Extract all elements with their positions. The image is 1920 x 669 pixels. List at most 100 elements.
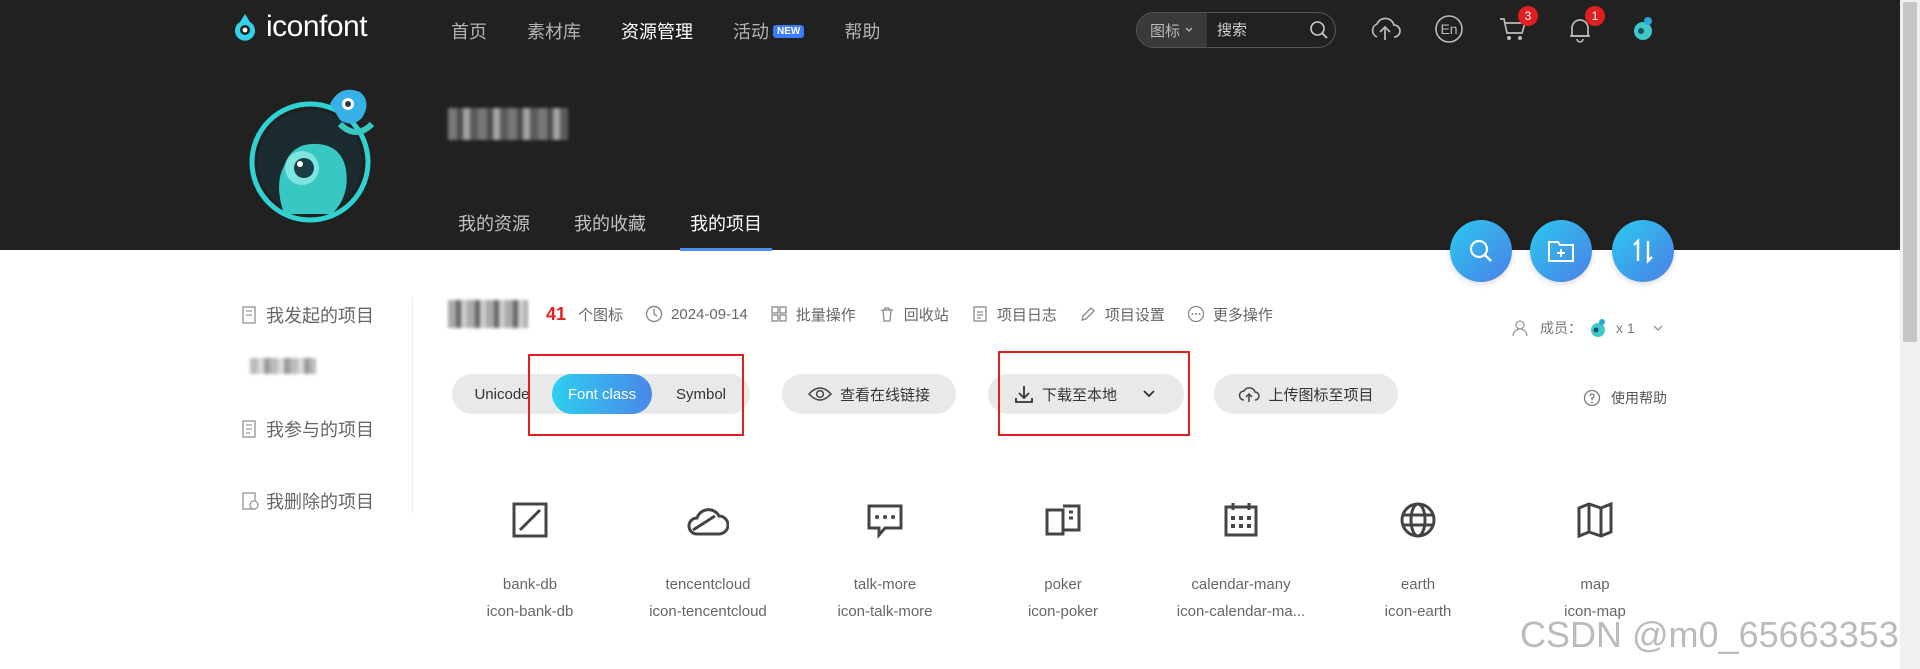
search-type-select[interactable]: 图标	[1137, 13, 1207, 47]
icon-name: earth	[1400, 576, 1436, 593]
created-date: 2024-09-14	[645, 305, 748, 323]
bank-db-icon	[512, 502, 548, 538]
nav-home[interactable]: 首页	[451, 18, 487, 44]
sidebar-item-joined-projects[interactable]: 我参与的项目	[240, 416, 374, 442]
notification-button[interactable]: 1	[1563, 6, 1605, 46]
sidebar-item-label: 我删除的项目	[266, 492, 374, 512]
search-button[interactable]	[1303, 20, 1335, 40]
floating-sort-button[interactable]	[1612, 220, 1674, 282]
icon-preview	[1510, 490, 1680, 550]
project-log-button[interactable]: 项目日志	[971, 304, 1057, 325]
batch-operation-button[interactable]: 批量操作	[770, 304, 856, 325]
tab-my-resources[interactable]: 我的资源	[458, 210, 530, 236]
members-dropdown[interactable]: 成员： x 1	[1512, 316, 1665, 340]
profile-tabs: 我的资源 我的收藏 我的项目	[458, 210, 806, 251]
cart-count-badge: 3	[1518, 6, 1538, 26]
notification-count-badge: 1	[1585, 6, 1605, 26]
members-label: 成员：	[1540, 320, 1582, 336]
icon-count-label: 个图标	[578, 306, 624, 324]
icon-card-calendar-many[interactable]: calendar-many icon-calendar-ma...	[1156, 490, 1326, 620]
tencentcloud-icon	[687, 508, 729, 536]
talk-more-icon	[867, 504, 903, 540]
usage-help-link[interactable]: 使用帮助	[1583, 388, 1667, 408]
chevron-down-icon	[1185, 27, 1193, 32]
search-box: 图标	[1136, 12, 1336, 48]
icon-preview	[978, 490, 1148, 550]
nav-library[interactable]: 素材库	[527, 18, 581, 44]
upload-cloud-button[interactable]	[1368, 12, 1402, 46]
nav-resource-management[interactable]: 资源管理	[621, 18, 693, 44]
icon-card-poker[interactable]: poker icon-poker	[978, 490, 1148, 620]
view-online-link-button[interactable]: 查看在线链接	[782, 374, 956, 414]
icon-card-talk-more[interactable]: talk-more icon-talk-more	[800, 490, 970, 620]
icon-name: map	[1580, 576, 1610, 593]
cloud-upload-icon	[1371, 17, 1401, 40]
action-label: 项目设置	[1104, 306, 1165, 324]
new-badge: NEW	[773, 24, 805, 38]
nav-label: 首页	[451, 22, 487, 42]
doc-delete-icon	[242, 492, 259, 510]
iconfont-logo[interactable]: iconfont	[228, 10, 368, 44]
profile-header: iconfont 首页 素材库 资源管理 活动 NEW 帮助 图标 En 3 1	[0, 0, 1900, 251]
language-switch[interactable]: En	[1432, 12, 1466, 46]
sidebar-item-label: 我参与的项目	[266, 420, 374, 440]
icon-class-name: icon-talk-more	[837, 603, 933, 620]
icon-preview	[1333, 490, 1503, 550]
project-name-redacted[interactable]	[250, 358, 316, 374]
nav-help[interactable]: 帮助	[844, 18, 880, 44]
icon-class-name: icon-bank-db	[486, 603, 574, 620]
add-folder-icon	[1548, 241, 1574, 262]
scrollbar-thumb[interactable]	[1903, 2, 1917, 342]
log-icon	[973, 306, 987, 322]
help-label: 使用帮助	[1611, 390, 1667, 406]
icon-name: talk-more	[853, 576, 917, 593]
project-sidebar: 我发起的项目 我参与的项目 我删除的项目	[240, 298, 413, 513]
search-input[interactable]	[1207, 20, 1303, 40]
button-label: 上传图标至项目	[1268, 386, 1374, 404]
search-icon	[1310, 21, 1328, 39]
icon-card-bank-db[interactable]: bank-db icon-bank-db	[445, 490, 615, 620]
members-count: x 1	[1616, 320, 1635, 336]
cart-button[interactable]: 3	[1496, 6, 1538, 46]
project-settings-button[interactable]: 项目设置	[1079, 304, 1165, 325]
nav-label: 资源管理	[621, 22, 693, 42]
sidebar-item-initiated-projects[interactable]: 我发起的项目	[240, 302, 374, 328]
chevron-down-icon	[1653, 325, 1663, 331]
nav-activity[interactable]: 活动 NEW	[733, 18, 805, 44]
icon-card-earth[interactable]: earth icon-earth	[1333, 490, 1503, 620]
user-avatar-small[interactable]	[1626, 12, 1660, 46]
nav-label: 活动	[733, 22, 769, 42]
more-icon	[1187, 305, 1204, 323]
tab-my-favorites[interactable]: 我的收藏	[574, 210, 646, 236]
sidebar-item-deleted-projects[interactable]: 我删除的项目	[240, 488, 374, 514]
poker-icon	[1045, 504, 1081, 536]
icon-name: tencentcloud	[665, 576, 751, 593]
project-title-redacted	[448, 300, 528, 328]
icon-card-tencentcloud[interactable]: tencentcloud icon-tencentcloud	[623, 490, 793, 620]
action-label: 项目日志	[996, 306, 1057, 324]
action-label: 更多操作	[1212, 306, 1273, 324]
map-icon	[1577, 501, 1613, 539]
date-text: 2024-09-14	[671, 305, 748, 323]
icon-card-map[interactable]: map icon-map	[1510, 490, 1680, 620]
doc-list-icon	[242, 420, 256, 438]
icon-name: bank-db	[502, 576, 558, 593]
trash-icon	[880, 307, 893, 322]
floating-new-folder-button[interactable]	[1530, 220, 1592, 282]
more-actions-button[interactable]: 更多操作	[1187, 304, 1273, 325]
tab-my-projects[interactable]: 我的项目	[680, 210, 772, 251]
upload-icons-button[interactable]: 上传图标至项目	[1214, 374, 1398, 414]
doc-edit-icon	[242, 306, 256, 324]
main-nav: 首页 素材库 资源管理 活动 NEW 帮助	[451, 18, 920, 44]
highlight-box-font-class	[528, 354, 744, 436]
page-scrollbar[interactable]	[1900, 0, 1920, 669]
nav-label: 帮助	[844, 22, 881, 42]
recycle-bin-button[interactable]: 回收站	[878, 304, 949, 325]
members-icon	[1512, 320, 1528, 337]
icon-count: 41	[546, 303, 567, 324]
icon-preview	[800, 490, 970, 550]
icon-class-name: icon-earth	[1384, 603, 1452, 620]
floating-search-button[interactable]	[1450, 220, 1512, 282]
project-info-bar: 41 个图标 2024-09-14 批量操作 回收站 项目日志 项目设置 更多操…	[448, 300, 1295, 328]
profile-avatar	[249, 89, 375, 223]
